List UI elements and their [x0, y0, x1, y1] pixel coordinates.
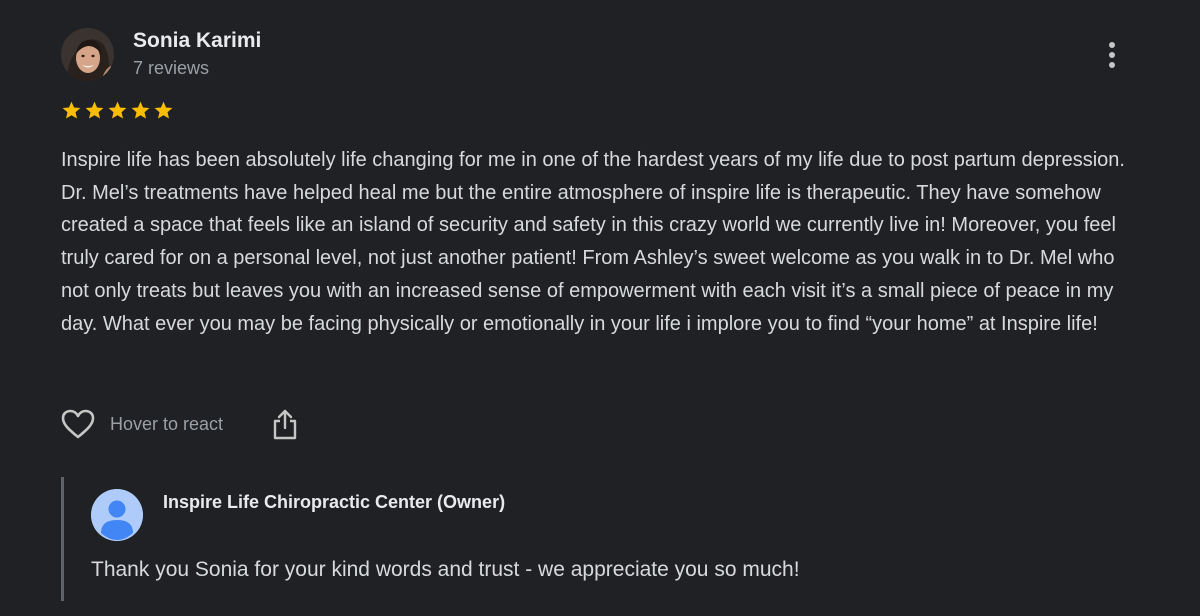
star-rating	[61, 100, 174, 124]
owner-avatar	[91, 489, 143, 541]
react-label: Hover to react	[110, 413, 224, 434]
more-vert-icon	[1109, 42, 1115, 68]
star-icon	[154, 101, 173, 119]
reviewer-name[interactable]: Sonia Karimi	[133, 29, 261, 53]
more-options-button[interactable]	[1094, 36, 1130, 74]
owner-name: Inspire Life Chiropractic Center (Owner)	[163, 492, 506, 512]
star-icon	[131, 101, 150, 119]
heart-outline-icon	[61, 409, 95, 439]
review-count[interactable]: 7 reviews	[133, 58, 209, 79]
share-icon	[273, 409, 297, 440]
star-icon	[62, 101, 81, 119]
review-text: Inspire life has been absolutely life ch…	[61, 149, 1125, 335]
owner-reply-text: Thank you Sonia for your kind words and …	[91, 558, 800, 581]
review-card: Sonia Karimi 7 reviews Inspire life has …	[0, 0, 1200, 616]
reaction-bar: Hover to react	[60, 406, 301, 442]
owner-reply: Inspire Life Chiropractic Center (Owner)…	[61, 477, 1164, 601]
share-button[interactable]	[269, 406, 301, 442]
star-icon	[85, 101, 104, 119]
person-icon	[91, 489, 143, 541]
star-icon	[108, 101, 127, 119]
reviewer-avatar[interactable]	[61, 28, 114, 81]
react-button[interactable]	[60, 406, 96, 442]
